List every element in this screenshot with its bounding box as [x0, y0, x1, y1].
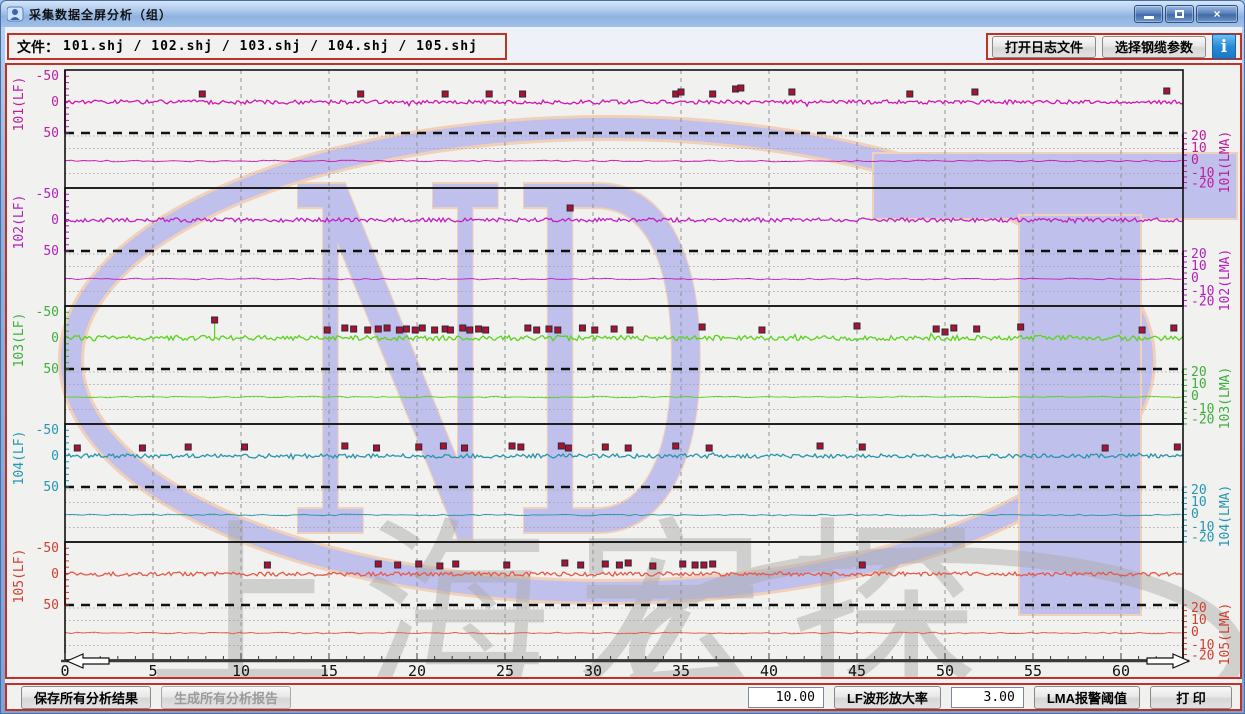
print-button[interactable]: 打 印	[1150, 686, 1232, 709]
lf-tick-label: 0	[51, 95, 59, 110]
select-cable-params-button[interactable]: 选择钢缆参数	[1102, 36, 1206, 58]
lf-tick-label: 50	[43, 598, 59, 613]
file-list: 101.shj / 102.shj / 103.shj / 104.shj / …	[63, 39, 478, 54]
lf-tick-label: 0	[51, 331, 59, 346]
open-log-button[interactable]: 打开日志文件	[992, 36, 1096, 58]
save-all-results-button[interactable]: 保存所有分析结果	[21, 686, 151, 709]
x-tick-label: 20	[408, 662, 426, 677]
bottom-toolbar: 保存所有分析结果 生成所有分析报告 LF波形放大率 LMA报警阈值 打 印	[5, 683, 1242, 711]
lf-tick-label: 0	[51, 213, 59, 228]
maximize-button[interactable]	[1165, 5, 1194, 23]
waveform-chart: ND上海宏探-50050101(LF)20100-10-20101(LMA)-5…	[7, 65, 1240, 677]
lf-axis-name-101: 101(LF)	[12, 77, 27, 132]
x-tick-label: 0	[60, 662, 69, 677]
info-icon[interactable]: i	[1212, 34, 1236, 59]
x-tick-label: 10	[232, 662, 250, 677]
top-right-controls: 打开日志文件 选择钢缆参数 i	[986, 33, 1242, 60]
x-tick-label: 55	[1024, 662, 1042, 677]
lma-threshold-button[interactable]: LMA报警阈值	[1034, 686, 1140, 709]
x-tick-label: 30	[584, 662, 602, 677]
lma-threshold-input[interactable]	[951, 687, 1024, 708]
lf-tick-label: -50	[36, 423, 59, 438]
close-button[interactable]: ×	[1196, 5, 1238, 23]
lf-tick-label: 50	[43, 480, 59, 495]
x-tick-label: 60	[1112, 662, 1130, 677]
app-icon	[7, 6, 24, 22]
x-tick-label: 15	[320, 662, 338, 677]
lf-tick-label: -50	[36, 187, 59, 202]
lf-tick-label: 0	[51, 567, 59, 582]
lma-tick-label: -20	[1191, 177, 1214, 192]
lf-axis-name-104: 104(LF)	[12, 431, 27, 486]
chart-area: ND上海宏探-50050101(LF)20100-10-20101(LMA)-5…	[5, 63, 1242, 679]
window-title: 采集数据全屏分析（组）	[29, 6, 172, 23]
app-window: 采集数据全屏分析（组） × 文件： 101.shj / 102.shj / 10…	[0, 0, 1245, 714]
lf-tick-label: 50	[43, 126, 59, 141]
lma-axis-name-102: 102(LMA)	[1218, 249, 1233, 312]
lf-axis-name-105: 105(LF)	[12, 549, 27, 604]
lf-tick-label: 50	[43, 362, 59, 377]
watermark-company-text: 上海宏探	[147, 501, 1003, 677]
file-label: 文件：	[17, 37, 59, 57]
maximize-icon	[1175, 10, 1184, 18]
x-tick-label: 50	[936, 662, 954, 677]
defect-markers-102	[567, 205, 573, 211]
lma-axis-name-103: 103(LMA)	[1218, 367, 1233, 430]
file-list-box: 文件： 101.shj / 102.shj / 103.shj / 104.sh…	[7, 33, 507, 60]
minimize-icon	[1144, 16, 1154, 19]
lma-tick-label: -20	[1191, 531, 1214, 546]
x-tick-label: 25	[496, 662, 514, 677]
lf-gain-input[interactable]	[748, 687, 824, 708]
lf-axis-name-102: 102(LF)	[12, 195, 27, 250]
lf-tick-label: -50	[36, 69, 59, 84]
lf-tick-label: -50	[36, 541, 59, 556]
lf-tick-label: 50	[43, 244, 59, 259]
lf-axis-name-103: 103(LF)	[12, 313, 27, 368]
lma-axis-name-104: 104(LMA)	[1218, 485, 1233, 548]
x-tick-label: 35	[672, 662, 690, 677]
lma-tick-label: -20	[1191, 413, 1214, 428]
lma-axis-name-101: 101(LMA)	[1218, 131, 1233, 194]
minimize-button[interactable]	[1134, 5, 1163, 23]
generate-all-reports-button: 生成所有分析报告	[161, 686, 291, 709]
lma-tick-label: -20	[1191, 295, 1214, 310]
x-tick-label: 40	[760, 662, 778, 677]
lf-tick-label: 0	[51, 449, 59, 464]
lf-tick-label: -50	[36, 305, 59, 320]
lma-axis-name-105: 105(LMA)	[1218, 603, 1233, 666]
title-bar: 采集数据全屏分析（组） ×	[1, 1, 1244, 27]
lf-gain-button[interactable]: LF波形放大率	[834, 686, 941, 709]
x-tick-label: 5	[148, 662, 157, 677]
lma-tick-label: -20	[1191, 649, 1214, 664]
x-tick-label: 45	[848, 662, 866, 677]
